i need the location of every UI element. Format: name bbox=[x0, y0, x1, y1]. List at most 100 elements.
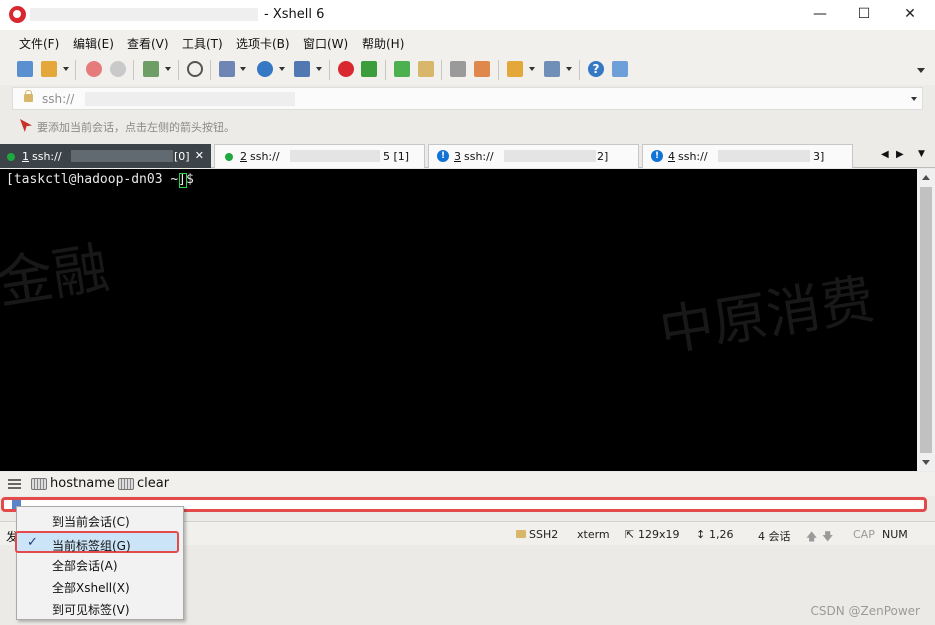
tab-session-4[interactable]: ! 4 ssh:// 3] bbox=[642, 144, 853, 168]
menu-item-label: 全部会话(A) bbox=[52, 559, 118, 573]
tab-number: 1 bbox=[22, 150, 29, 163]
arrow-up-icon[interactable]: 🡅 bbox=[806, 528, 817, 547]
menu-window[interactable]: 窗口(W) bbox=[303, 35, 348, 52]
menu-tab[interactable]: 选项卡(B) bbox=[236, 35, 290, 52]
fullscreen-icon[interactable] bbox=[394, 61, 410, 77]
warning-icon: ! bbox=[651, 150, 663, 162]
terminal-prompt: [taskctl@hadoop-dn03 ~]$ bbox=[6, 172, 202, 187]
resize-icon: ⇱ bbox=[625, 528, 635, 541]
terminal-scrollbar[interactable] bbox=[917, 169, 935, 471]
scroll-thumb[interactable] bbox=[920, 187, 932, 453]
properties-icon[interactable] bbox=[143, 61, 159, 77]
open-folder-icon[interactable] bbox=[41, 61, 57, 77]
terminal[interactable]: 金融 中原消费 [taskctl@hadoop-dn03 ~]$ bbox=[0, 169, 917, 471]
menu-edit[interactable]: 编辑(E) bbox=[73, 35, 114, 52]
tab-label: ssh:// bbox=[678, 150, 708, 163]
title-redacted bbox=[30, 8, 258, 21]
status-sessions: 4 会话 bbox=[758, 530, 791, 543]
tab-menu-icon[interactable]: ▼ bbox=[918, 149, 925, 159]
keyboard-icon[interactable] bbox=[450, 61, 466, 77]
address-redacted bbox=[85, 92, 295, 106]
tab-label: ssh:// bbox=[464, 150, 494, 163]
highlight-icon[interactable] bbox=[474, 61, 490, 77]
tab-session-1[interactable]: 1 ssh:// [0] ✕ bbox=[0, 144, 211, 168]
layout-icon[interactable] bbox=[544, 61, 560, 77]
keyboard-icon bbox=[118, 478, 134, 490]
tab-suffix: 2] bbox=[597, 150, 609, 163]
check-icon: ✓ bbox=[27, 535, 38, 550]
tab-suffix: 5 [1] bbox=[383, 150, 410, 163]
minimize-icon[interactable]: — bbox=[797, 0, 843, 30]
status-protocol: SSH2 bbox=[529, 528, 559, 541]
tab-number: 3 bbox=[454, 150, 461, 163]
maximize-icon[interactable]: ☐ bbox=[841, 0, 887, 30]
title-bar: - Xshell 6 — ☐ ✕ bbox=[0, 0, 935, 30]
menu-item-label: 到可见标签(V) bbox=[52, 603, 130, 617]
menu-item-all-xshell[interactable]: 全部Xshell(X) bbox=[17, 575, 183, 597]
tab-prev-icon[interactable]: ◀ bbox=[881, 149, 889, 160]
arrow-down-icon[interactable]: 🡇 bbox=[822, 528, 833, 547]
address-bar[interactable]: ssh:// bbox=[12, 87, 923, 110]
transfer-icon[interactable] bbox=[219, 61, 235, 77]
window-title: - Xshell 6 bbox=[264, 7, 325, 22]
menu-item-label: 当前标签组(G) bbox=[52, 539, 131, 553]
tab-session-3[interactable]: ! 3 ssh:// 2] bbox=[428, 144, 639, 168]
new-session-icon[interactable] bbox=[17, 61, 33, 77]
menu-item-visible-tabs[interactable]: 到可见标签(V) bbox=[17, 597, 183, 619]
warning-icon: ! bbox=[437, 150, 449, 162]
tab-redacted bbox=[504, 150, 596, 162]
menu-item-current-session[interactable]: 到当前会话(C) bbox=[17, 509, 183, 531]
status-term: xterm bbox=[577, 528, 610, 541]
quick-command-clear[interactable]: clear bbox=[137, 476, 169, 491]
menu-bar: 文件(F) 编辑(E) 查看(V) 工具(T) 选项卡(B) 窗口(W) 帮助(… bbox=[0, 30, 935, 55]
tab-suffix: [0] bbox=[174, 150, 190, 163]
address-dropdown-icon[interactable] bbox=[911, 97, 917, 101]
tab-label: ssh:// bbox=[32, 150, 62, 163]
send-target-menu: 到当前会话(C) ✓ 当前标签组(G) 全部会话(A) 全部Xshell(X) … bbox=[15, 506, 184, 620]
quick-command-bar: hostname clear bbox=[0, 472, 935, 496]
cursor-pos-icon: ↕ bbox=[696, 528, 706, 541]
arrow-icon[interactable] bbox=[20, 119, 32, 132]
reconnect-icon[interactable] bbox=[86, 61, 102, 77]
tab-number: 2 bbox=[240, 150, 247, 163]
tab-next-icon[interactable]: ▶ bbox=[896, 149, 904, 160]
xshell-icon[interactable] bbox=[338, 61, 354, 77]
toolbar-collapse-icon[interactable] bbox=[917, 68, 925, 73]
tab-strip: 1 ssh:// [0] ✕ 2 ssh:// 5 [1] ! 3 ssh://… bbox=[0, 144, 935, 168]
menu-tools[interactable]: 工具(T) bbox=[182, 35, 223, 52]
tab-redacted bbox=[718, 150, 810, 162]
help-icon[interactable]: ? bbox=[588, 61, 604, 77]
search-icon[interactable] bbox=[187, 61, 203, 77]
scroll-up-icon[interactable] bbox=[922, 175, 930, 180]
hint-bar: 要添加当前会话，点击左侧的箭头按钮。 bbox=[12, 115, 923, 137]
font-icon[interactable] bbox=[294, 61, 310, 77]
quick-command-hostname[interactable]: hostname bbox=[50, 476, 115, 491]
watermark-left: 金融 bbox=[0, 235, 114, 318]
csdn-watermark: CSDN @ZenPower bbox=[810, 604, 920, 618]
connected-icon bbox=[7, 153, 15, 161]
status-size: 129x19 bbox=[638, 528, 680, 541]
close-icon[interactable]: ✕ bbox=[887, 0, 933, 30]
add-folder-icon[interactable] bbox=[507, 61, 523, 77]
chat-icon[interactable] bbox=[612, 61, 628, 77]
lock-icon[interactable] bbox=[418, 61, 434, 77]
disconnect-icon[interactable] bbox=[110, 61, 126, 77]
menu-item-label: 到当前会话(C) bbox=[52, 515, 130, 529]
menu-file[interactable]: 文件(F) bbox=[19, 35, 59, 52]
status-position: 1,26 bbox=[709, 528, 734, 541]
menu-help[interactable]: 帮助(H) bbox=[362, 35, 404, 52]
menu-view[interactable]: 查看(V) bbox=[127, 35, 169, 52]
tab-number: 4 bbox=[668, 150, 675, 163]
status-num: NUM bbox=[882, 528, 908, 541]
globe-icon[interactable] bbox=[257, 61, 273, 77]
scroll-down-icon[interactable] bbox=[922, 460, 930, 465]
tab-session-2[interactable]: 2 ssh:// 5 [1] bbox=[214, 144, 425, 168]
menu-icon[interactable] bbox=[8, 479, 21, 489]
tab-suffix: 3] bbox=[813, 150, 825, 163]
menu-item-current-tab-group[interactable]: ✓ 当前标签组(G) bbox=[15, 531, 179, 553]
lock-icon bbox=[24, 90, 33, 102]
xftp-icon[interactable] bbox=[361, 61, 377, 77]
menu-item-all-sessions[interactable]: 全部会话(A) bbox=[17, 553, 183, 575]
lock-icon bbox=[516, 530, 526, 538]
tab-close-icon[interactable]: ✕ bbox=[195, 149, 204, 162]
